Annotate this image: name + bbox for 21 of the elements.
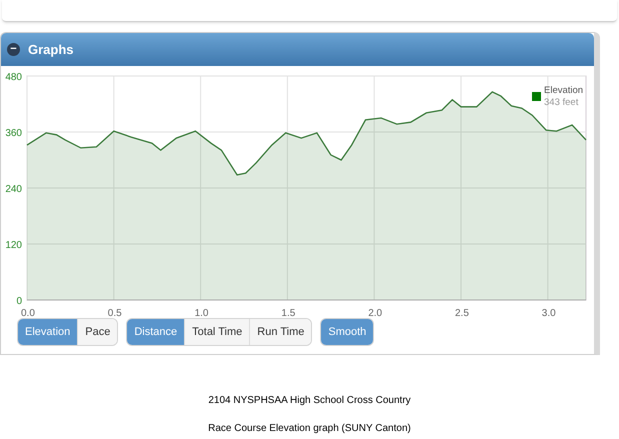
x-tick-label: 1.0	[194, 308, 208, 319]
y-tick-label: 360	[5, 128, 22, 139]
toggle-button[interactable]: Pace	[77, 319, 118, 345]
legend-label: Elevation	[544, 85, 584, 96]
y-tick-label: 120	[5, 240, 22, 251]
x-tick-label: 1.5	[281, 308, 296, 319]
toggle-button[interactable]: Total Time	[184, 319, 250, 345]
x-tick-label: 3.0	[542, 308, 556, 319]
x-tick-label: 2.0	[368, 308, 382, 319]
caption-text: Race Course Elevation graph (SUNY Canton)	[208, 422, 411, 436]
panel-title: Graphs	[28, 40, 74, 59]
y-tick-label: 240	[5, 184, 22, 195]
caption-text: 2104 NYSPHSAA High School Cross Country	[208, 394, 411, 408]
legend-reading: 343 feet	[544, 97, 578, 108]
toggle-button[interactable]: Run Time	[249, 319, 312, 345]
y-tick-label: 0	[16, 296, 22, 307]
x-tick-label: 0.0	[21, 308, 35, 319]
x-tick-label: 0.5	[108, 308, 122, 319]
collapse-button[interactable]: −	[7, 43, 20, 56]
y-tick-label: 480	[5, 72, 22, 83]
x-tick-label: 2.5	[455, 308, 469, 319]
